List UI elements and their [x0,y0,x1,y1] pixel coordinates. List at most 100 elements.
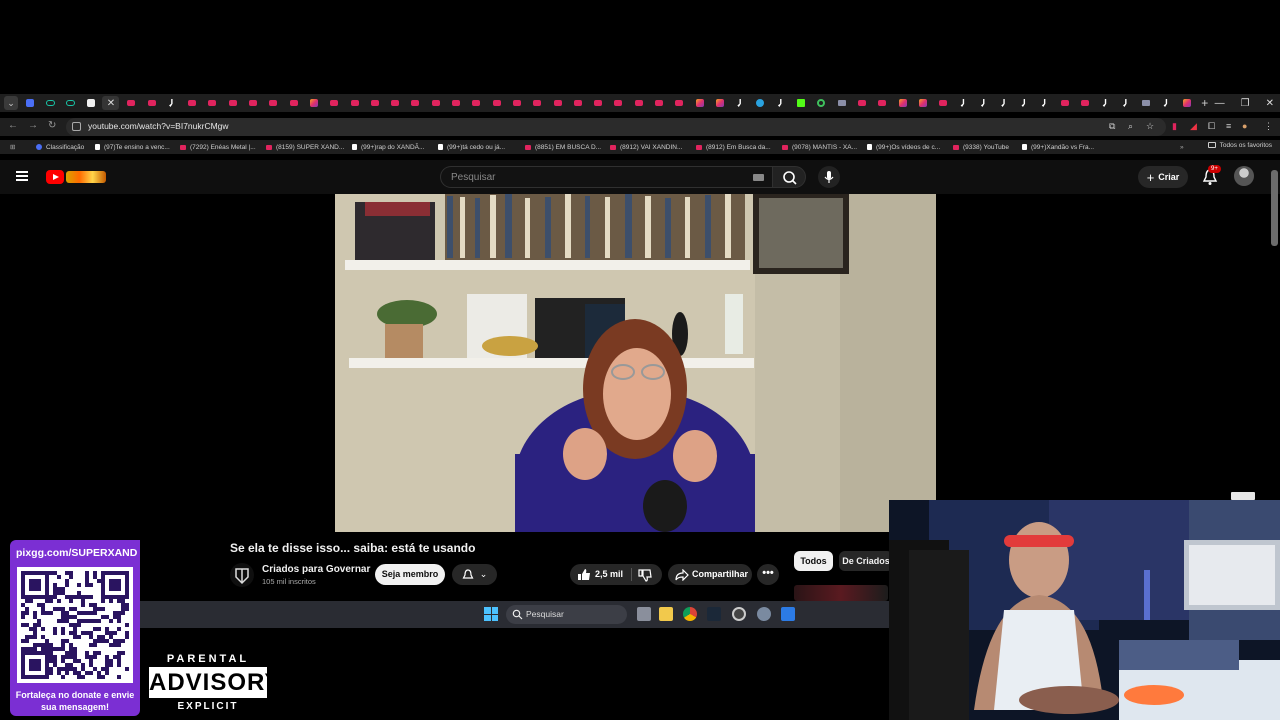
browser-tab[interactable] [732,96,749,110]
channel-name[interactable]: Criados para Governar [262,564,370,575]
browser-tab[interactable] [1178,96,1195,110]
site-info-icon[interactable] [72,122,81,131]
chrome-menu-icon[interactable]: ⋮ [1264,121,1273,132]
browser-tab[interactable] [975,96,992,110]
browser-tab[interactable] [488,96,505,110]
browser-tab[interactable] [874,96,891,110]
browser-tab[interactable] [772,96,789,110]
bookmark-item[interactable]: Classificação [36,142,84,152]
tab-active[interactable]: ✕ [102,96,120,110]
obs-icon[interactable] [732,607,746,621]
subscribed-notifications-button[interactable]: ⌄ [452,564,497,585]
bookmark-item[interactable]: (99+)Os vídeos de c... [867,142,940,152]
new-tab-button[interactable]: + [1201,96,1208,110]
browser-tab[interactable] [651,96,668,110]
bookmark-item[interactable]: (8159) SUPER XAND... [266,142,344,152]
chip-all[interactable]: Todos [794,551,833,571]
account-avatar[interactable] [1234,166,1254,186]
install-app-icon[interactable]: ⧉ [1109,121,1115,132]
browser-tab[interactable] [163,96,180,110]
browser-tab[interactable] [1138,96,1155,110]
browser-tab[interactable] [1077,96,1094,110]
browser-tab[interactable] [529,96,546,110]
browser-tab[interactable] [245,96,262,110]
browser-tab[interactable] [569,96,586,110]
guide-menu-icon[interactable] [16,171,28,181]
browser-tab[interactable] [711,96,728,110]
browser-tab[interactable] [935,96,952,110]
recommended-video-thumbnail[interactable] [794,585,888,601]
youtube-logo[interactable] [46,169,106,185]
browser-tab[interactable] [914,96,931,110]
channel-avatar[interactable] [230,563,254,587]
like-icon[interactable] [577,568,591,581]
close-icon[interactable]: ✕ [1266,98,1274,109]
apps-grid-icon[interactable]: ⊞ [10,142,15,152]
bookmark-item[interactable]: (99+)Xandão vs Fra... [1022,142,1094,152]
all-bookmarks-button[interactable]: Todos os favoritos [1207,142,1272,149]
browser-tab[interactable] [1117,96,1134,110]
browser-tab[interactable] [691,96,708,110]
tab-groups-icon[interactable]: ≡ [1226,121,1231,131]
browser-tab[interactable] [1016,96,1033,110]
windows-start-icon[interactable] [484,607,498,621]
taskbar-search-input[interactable]: Pesquisar [506,605,627,624]
close-tab-icon[interactable]: ✕ [107,98,115,109]
settings-icon[interactable] [757,607,771,621]
extension-red-icon[interactable]: ◢ [1190,121,1197,132]
browser-tab[interactable] [346,96,363,110]
browser-tab[interactable] [853,96,870,110]
chrome-icon[interactable] [683,607,697,621]
create-button[interactable]: + Criar [1138,166,1188,188]
bookmark-item[interactable]: (8912) VAI XANDIN... [610,142,682,152]
share-button[interactable]: Compartilhar [668,564,752,585]
browser-tab[interactable] [285,96,302,110]
bookmark-star-icon[interactable]: ☆ [1146,121,1154,132]
browser-tab[interactable] [407,96,424,110]
browser-tab[interactable] [1097,96,1114,110]
browser-tab[interactable] [549,96,566,110]
bookmark-item[interactable]: (8851) EM BUSCA D... [525,142,601,152]
browser-tab[interactable] [82,96,99,110]
bookmark-item[interactable]: (9338) YouTube [953,142,1009,152]
bookmark-item[interactable]: (7292) Enéas Metal |... [180,142,256,152]
browser-tab[interactable] [955,96,972,110]
browser-tab[interactable] [833,96,850,110]
bookmark-item[interactable]: (8912) Em Busca da... [696,142,771,152]
browser-tab[interactable] [204,96,221,110]
browser-tab[interactable] [265,96,282,110]
bookmark-item[interactable]: (99+)tá cedo ou já... [438,142,505,152]
chip-from-creator[interactable]: De Criados [839,551,893,571]
browser-tab[interactable] [813,96,830,110]
bookmark-item[interactable]: (99+)rap do XANDÃ... [352,142,424,152]
browser-tab[interactable] [671,96,688,110]
voice-search-button[interactable] [818,166,840,188]
bookmarks-overflow-icon[interactable]: » [1180,142,1184,152]
browser-tab[interactable] [366,96,383,110]
browser-tab[interactable] [305,96,322,110]
browser-tab[interactable] [448,96,465,110]
video-player[interactable] [335,194,936,532]
app-icon[interactable] [781,607,795,621]
forward-icon[interactable]: → [28,120,38,131]
address-bar[interactable]: youtube.com/watch?v=BI7nukrCMgw ⧉ ⌕ ☆ [66,118,1166,136]
profile-icon[interactable]: ● [1242,121,1247,131]
browser-tab[interactable] [508,96,525,110]
steam-icon[interactable] [707,607,721,621]
browser-tab[interactable] [62,96,79,110]
browser-tab[interactable] [143,96,160,110]
browser-tab[interactable] [326,96,343,110]
join-member-button[interactable]: Seja membro [375,564,445,585]
back-icon[interactable]: ← [8,120,18,131]
reload-icon[interactable]: ↻ [48,120,56,131]
restore-icon[interactable]: ❐ [1241,98,1250,109]
browser-tab[interactable] [21,96,38,110]
browser-tab[interactable] [468,96,485,110]
browser-tab[interactable] [1036,96,1053,110]
extensions-icon[interactable]: ⧠ [1208,121,1215,132]
keyboard-icon[interactable] [753,174,764,181]
browser-tab[interactable] [387,96,404,110]
browser-tab[interactable] [894,96,911,110]
browser-tab[interactable] [224,96,241,110]
browser-tab[interactable] [123,96,140,110]
